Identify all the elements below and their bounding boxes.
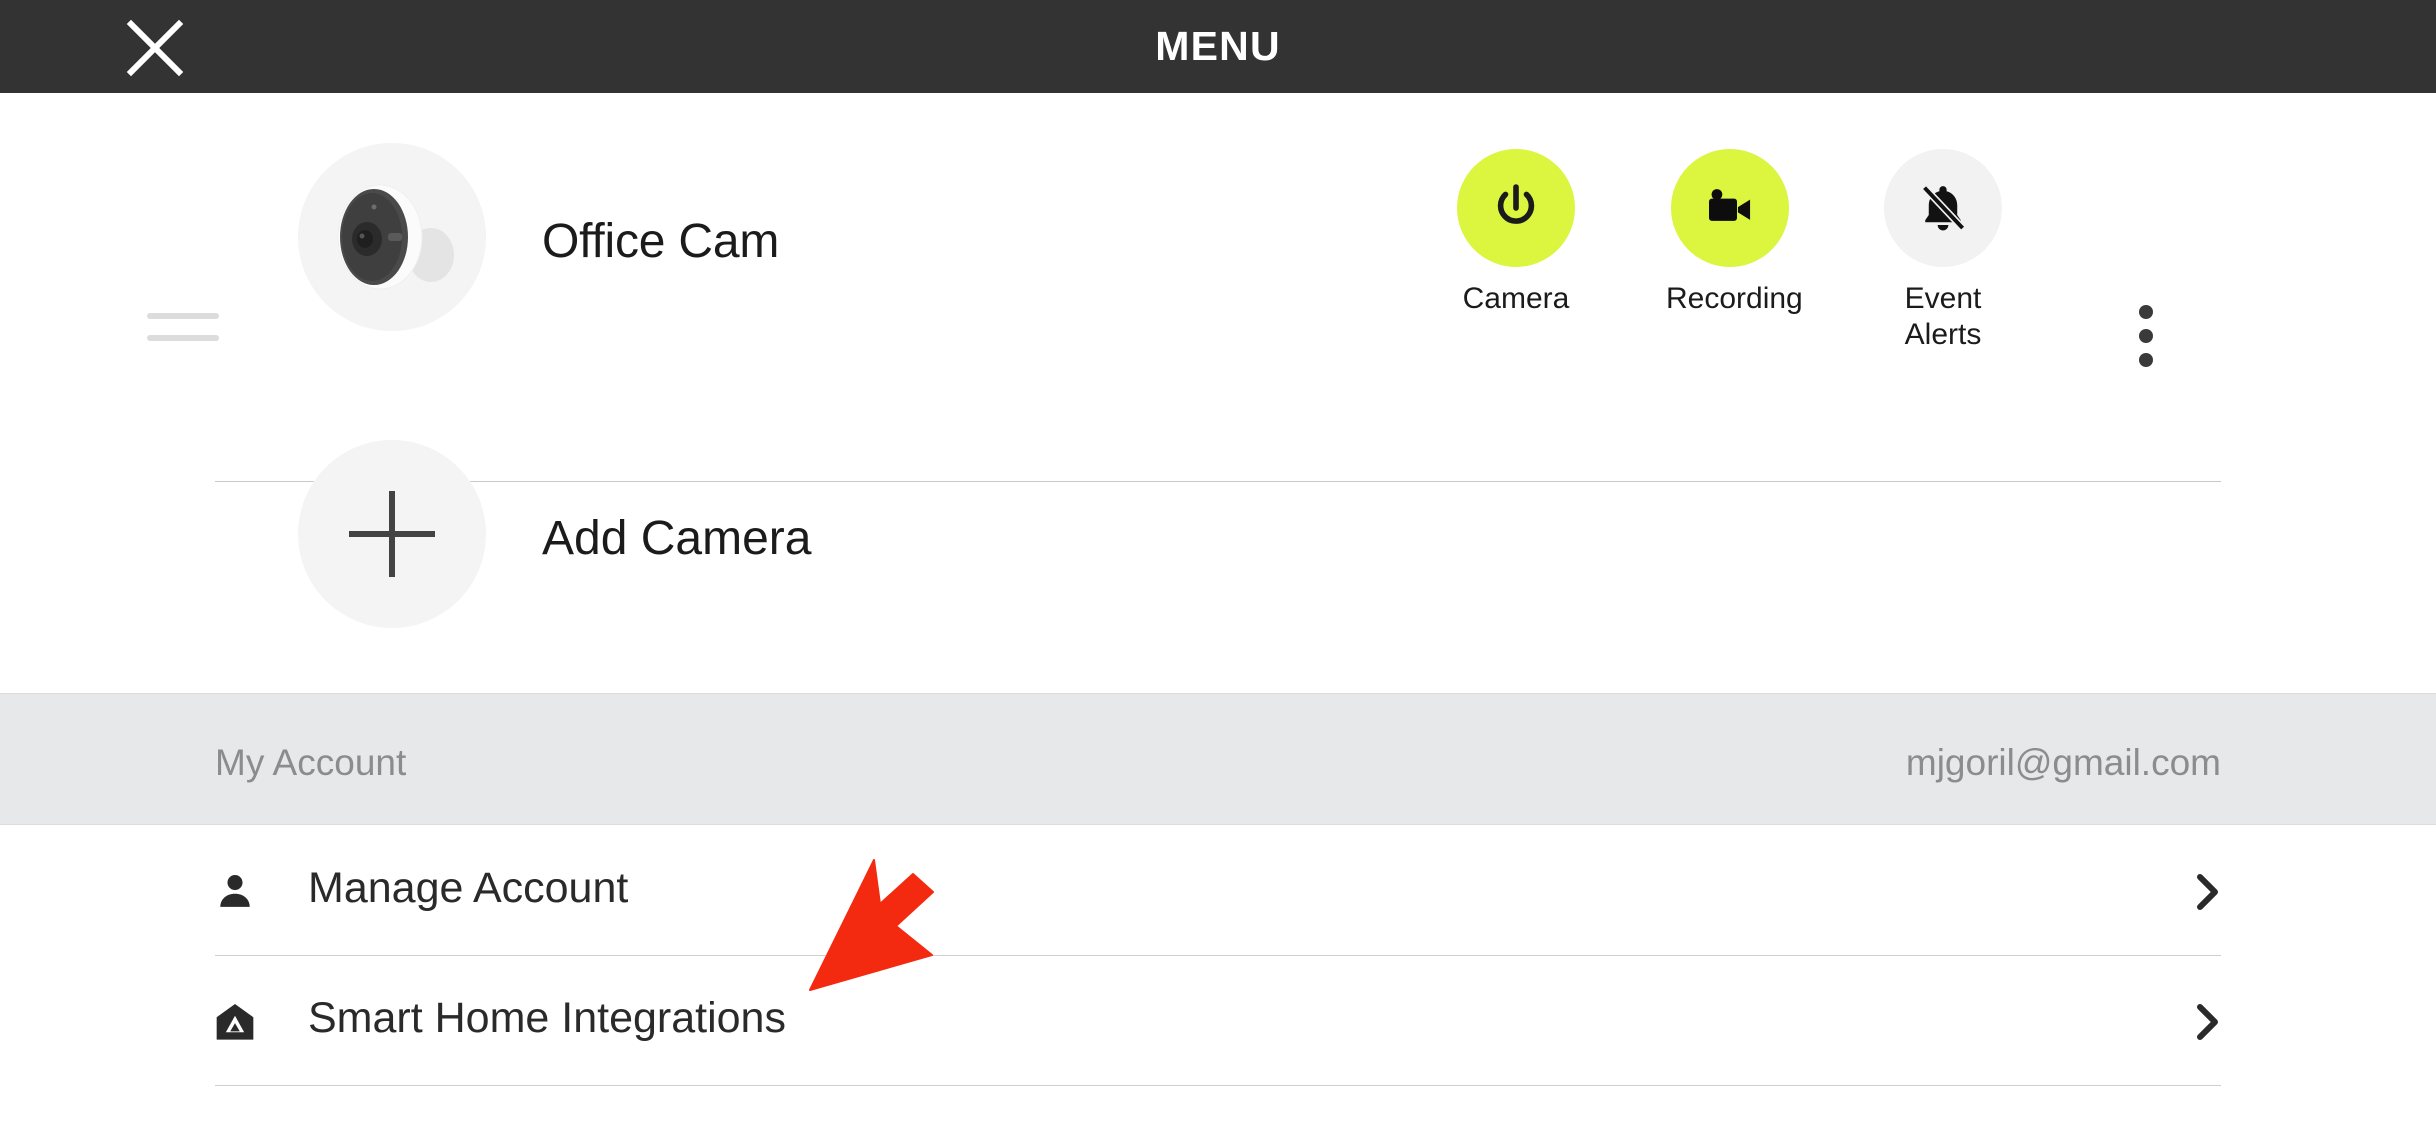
action-event-alerts-label: Event Alerts: [1904, 282, 1982, 351]
chevron-right-icon: [2195, 1002, 2221, 1042]
bell-off-icon: [1921, 185, 1966, 231]
account-section-label: My Account: [215, 742, 407, 783]
action-event-alerts-toggle[interactable]: Event Alerts: [1879, 149, 2007, 353]
action-camera-label: Camera: [1462, 282, 1570, 315]
power-icon: [1497, 184, 1535, 224]
kebab-dot: [2139, 329, 2153, 343]
camera-row: Office Cam Camera Recording Event Alerts: [0, 93, 2436, 482]
action-recording-toggle[interactable]: Recording: [1666, 149, 1803, 317]
videocam-icon: [1709, 189, 1751, 221]
account-section-header: My Account mjgoril@gmail.com: [0, 693, 2436, 825]
action-camera-toggle[interactable]: Camera: [1452, 149, 1580, 317]
camera-name: Office Cam: [542, 215, 780, 268]
action-recording-bubble: [1671, 149, 1789, 267]
camera-actions: Camera Recording Event Alerts: [1452, 149, 2012, 379]
menu-item-manage-account[interactable]: Manage Account: [0, 826, 2436, 956]
top-bar: MENU: [0, 0, 2436, 93]
kebab-dot: [2139, 305, 2153, 319]
menu-item-separator: [215, 1085, 2221, 1086]
security-camera-thumbnail: [298, 143, 486, 331]
app-root: MENU Office Cam Camera Recording Event A…: [0, 0, 2436, 1125]
add-camera-row[interactable]: Add Camera: [0, 390, 2436, 690]
menu-item-smart-home-integrations[interactable]: Smart Home Integrations: [0, 956, 2436, 1086]
action-recording-label: Recording: [1666, 282, 1803, 315]
action-event-alerts-bubble: [1884, 149, 2002, 267]
kebab-menu-icon[interactable]: [2139, 305, 2153, 367]
action-camera-bubble: [1457, 149, 1575, 267]
add-camera-label: Add Camera: [542, 512, 812, 565]
kebab-dot: [2139, 353, 2153, 367]
menu-list: Manage Account Smart Home Integrations: [0, 826, 2436, 1086]
account-email: mjgoril@gmail.com: [1905, 742, 2221, 783]
menu-item-label: Manage Account: [308, 864, 629, 912]
drag-handle-bar: [147, 335, 219, 341]
page-title: MENU: [1155, 23, 1281, 69]
drag-handle-bar: [147, 313, 219, 319]
camera-thumbnail[interactable]: [298, 143, 486, 331]
drag-handle-icon[interactable]: [147, 313, 219, 347]
person-icon: [212, 869, 258, 915]
plus-icon: [298, 440, 486, 628]
menu-item-label: Smart Home Integrations: [308, 994, 786, 1042]
chevron-right-icon: [2195, 872, 2221, 912]
home-arlo-icon: [212, 999, 258, 1045]
